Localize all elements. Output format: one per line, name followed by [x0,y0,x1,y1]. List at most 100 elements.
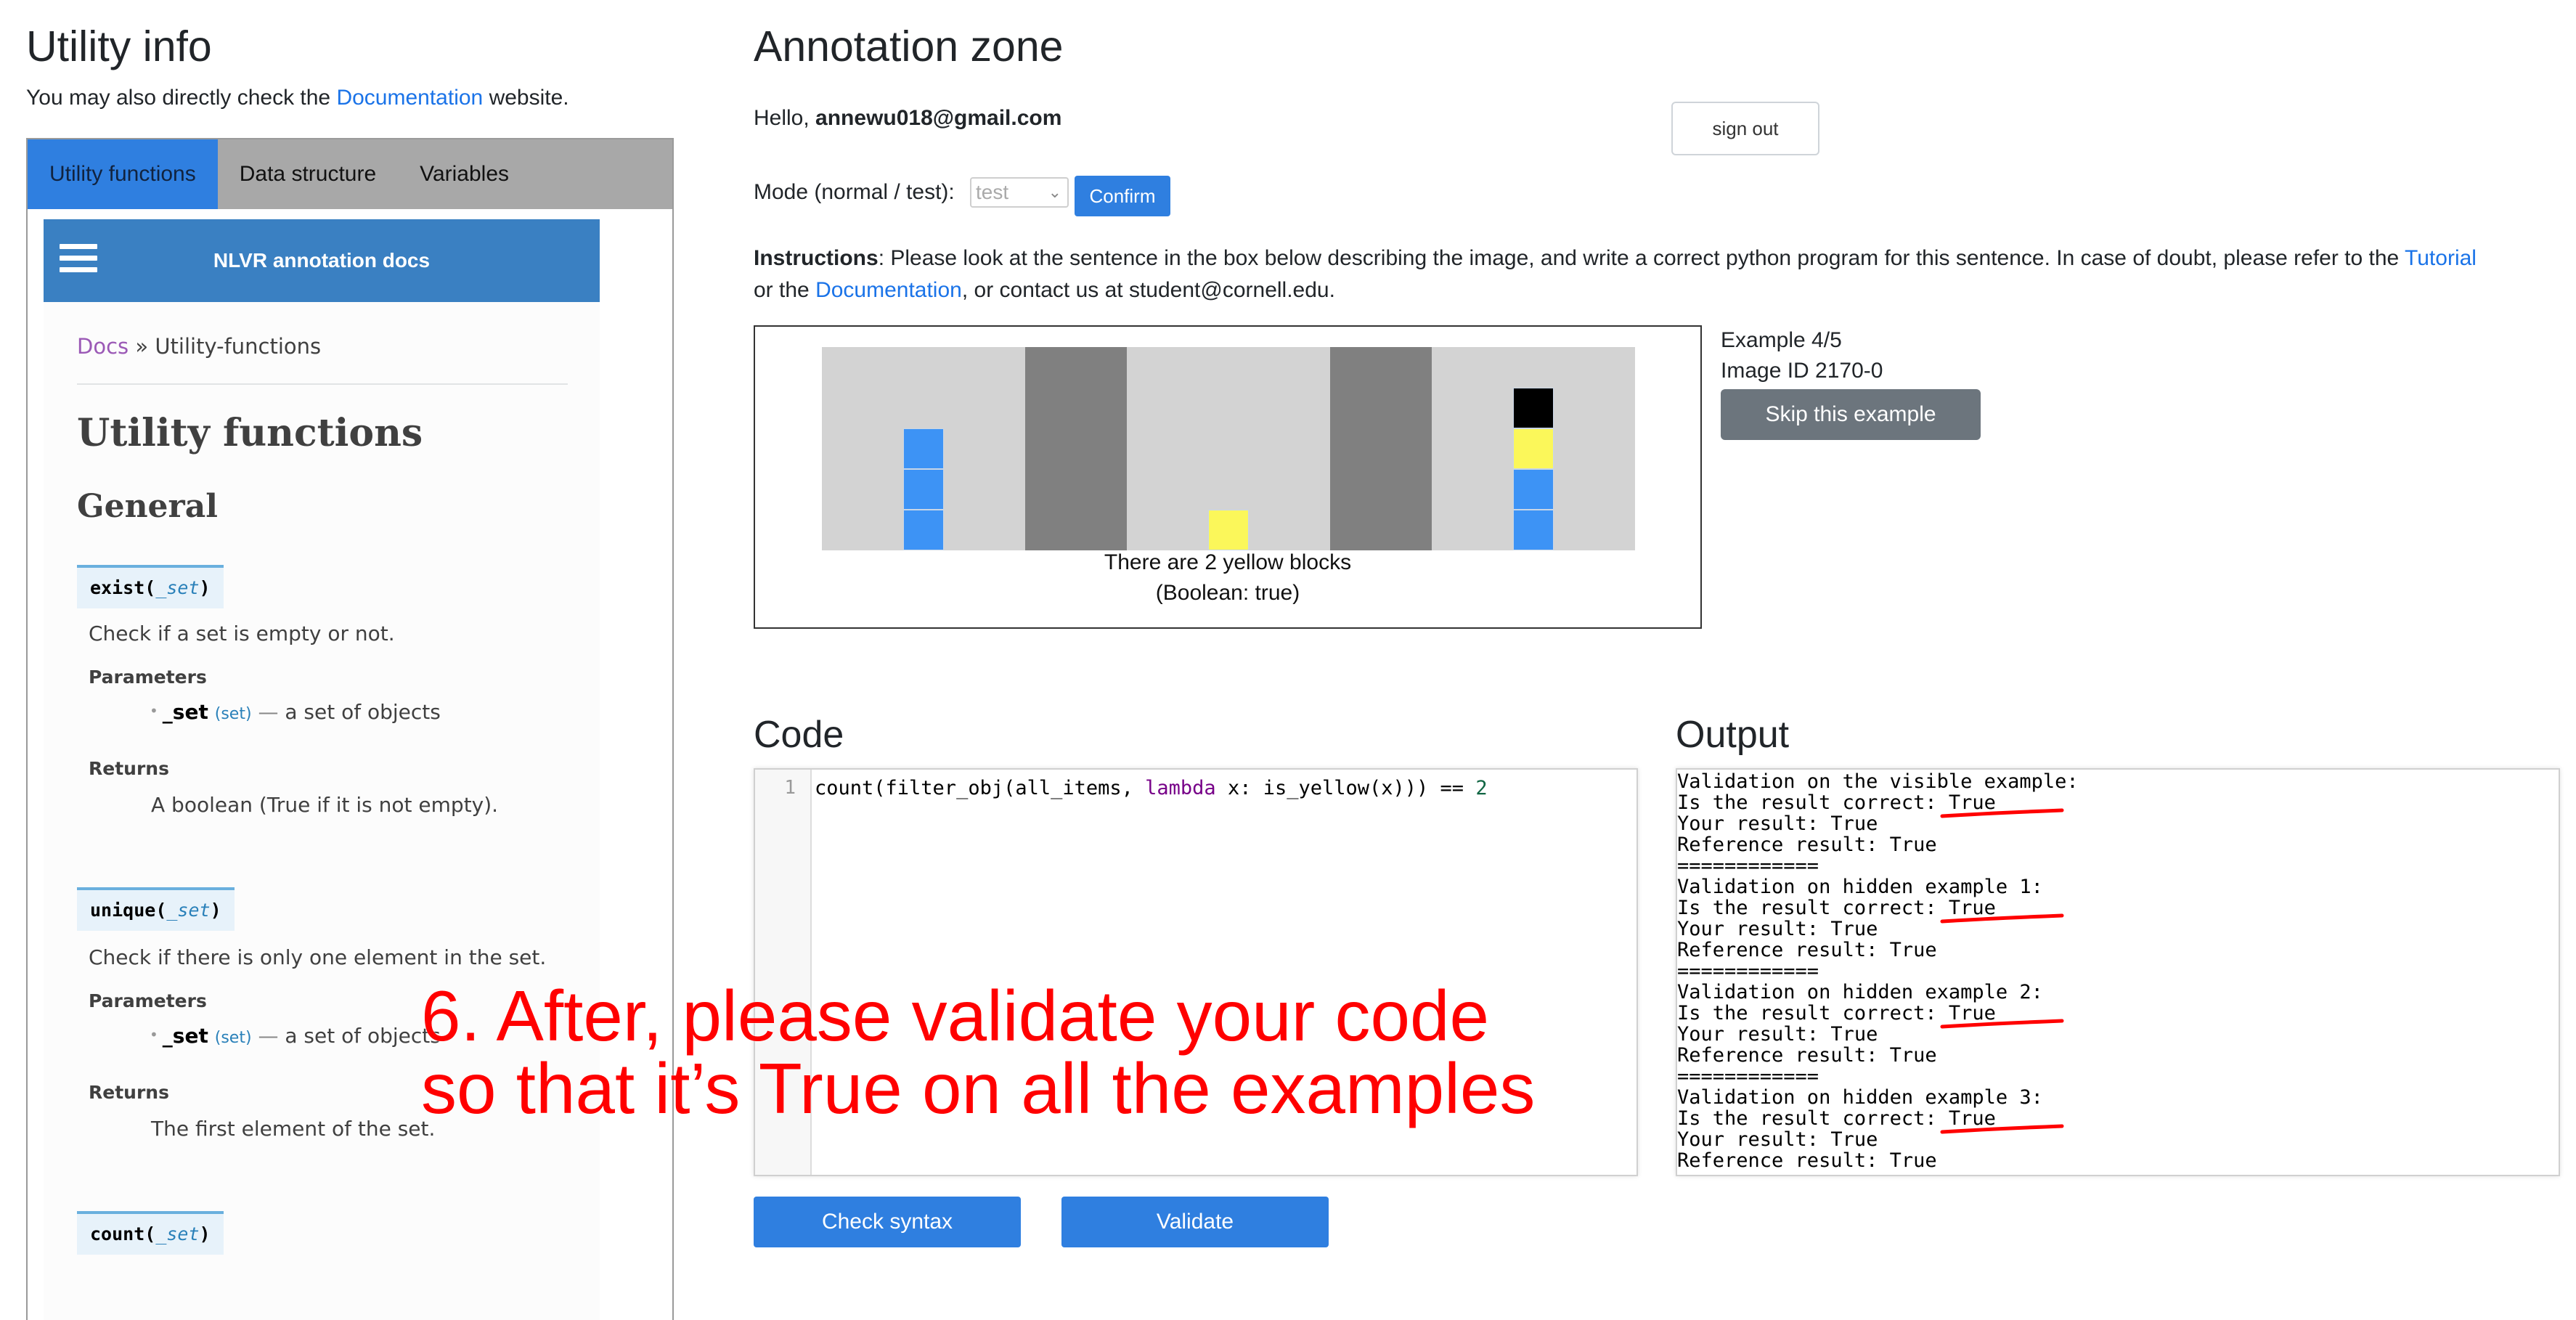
line-number: 1 [784,777,796,799]
returns-label: Returns [89,758,169,779]
function-signature-count: count(_set) [77,1211,224,1255]
tab-variables[interactable]: Variables [398,139,531,209]
function-name: exist [90,577,145,598]
param-description: a set of objects [285,1024,441,1048]
parameters-label: Parameters [89,667,207,688]
instructions-text: : Please look at the sentence in the box… [878,246,2405,270]
skip-example-button[interactable]: Skip this example [1721,389,1981,440]
greeting: Hello, annewu018@gmail.com [754,106,1061,131]
sign-out-button[interactable]: sign out [1671,102,1819,155]
tab-utility-functions[interactable]: Utility functions [28,139,218,209]
image-id: Image ID 2170-0 [1721,359,1883,383]
blue-block [1513,510,1554,550]
function-signature-exist: exist(_set) [77,565,224,608]
bullet-icon: • [150,1026,158,1043]
underline-mark [1940,808,2064,818]
utility-tabs: Utility functions Data structure Variabl… [28,139,672,209]
mode-select-value: test [976,181,1009,203]
code-keyword: lambda [1145,777,1216,799]
utility-panel: Utility functions Data structure Variabl… [26,138,674,1320]
documentation-link-2[interactable]: Documentation [815,278,962,302]
function-name: count [90,1223,145,1244]
breadcrumb-docs-link[interactable]: Docs [77,334,129,359]
docs-header: NLVR annotation docs [44,219,600,302]
returns-label: Returns [89,1082,169,1103]
param-type: (set) [214,705,252,723]
code-title: Code [754,714,844,756]
function-arg: _set [155,577,200,598]
param-name: _set [162,700,208,724]
mode-select[interactable]: test ⌄ [970,177,1069,208]
docs-iframe[interactable]: NLVR annotation docs Docs » Utility-func… [28,209,672,1320]
param-name: _set [162,1024,208,1048]
docs-content: Docs » Utility-functions Utility functio… [44,302,600,1320]
red-underline-annotations [1940,808,2064,1134]
function-signature-unique: unique(_set) [77,887,235,931]
param-item: • _set (set) — a set of objects [150,700,441,724]
breadcrumb-current: Utility-functions [155,334,322,359]
separator-wall [1330,347,1432,550]
underline-mark [1940,1019,2064,1029]
utility-info-subtitle: You may also directly check the Document… [26,86,569,110]
confirm-button[interactable]: Confirm [1075,176,1170,216]
tutorial-link[interactable]: Tutorial [2405,246,2477,270]
example-sentence: There are 2 yellow blocks [1104,550,1352,574]
documentation-link[interactable]: Documentation [336,86,483,110]
bullet-icon: • [150,702,158,720]
code-line[interactable]: count(filter_obj(all_items, lambda x: is… [815,777,1488,799]
tutorial-overlay-note: 6. After, please validate your code so t… [421,980,1535,1125]
divider [77,383,568,385]
check-syntax-button[interactable]: Check syntax [754,1197,1021,1247]
function-description: Check if there is only one element in th… [89,945,547,969]
chevron-down-icon: ⌄ [1048,183,1061,201]
separator-wall [1025,347,1127,550]
output-title: Output [1676,714,1790,756]
example-box: There are 2 yellow blocks (Boolean: true… [754,325,1702,629]
blue-block [903,510,944,550]
instructions-label: Instructions [754,246,879,270]
overlay-line: 6. After, please validate your code [421,976,1489,1056]
blue-block [903,428,944,469]
function-arg: _set [155,1223,200,1244]
blue-block [903,469,944,510]
user-email: annewu018@gmail.com [815,106,1062,130]
docs-page-title: Utility functions [77,411,423,455]
instructions-mid: or the [754,278,816,302]
code-number: 2 [1475,777,1488,799]
subtitle-prefix: You may also directly check the [26,86,337,110]
function-description: Check if a set is empty or not. [89,622,395,645]
annotation-zone-title: Annotation zone [754,23,1064,70]
param-item: • _set (set) — a set of objects [150,1024,441,1048]
subtitle-suffix: website. [483,86,569,110]
example-image [822,347,1635,550]
example-label: (Boolean: true) [1155,581,1300,605]
yellow-block [1513,428,1554,469]
parameters-label: Parameters [89,990,207,1011]
blue-block [1513,469,1554,510]
instructions: Instructions: Please look at the sentenc… [754,243,2554,306]
param-type: (set) [214,1029,252,1047]
mode-label: Mode (normal / test): [754,180,955,204]
docs-header-title[interactable]: NLVR annotation docs [44,219,600,302]
black-block [1513,388,1554,428]
utility-info-title: Utility info [26,23,212,70]
instructions-end: , or contact us at student@cornell.edu. [961,278,1335,302]
yellow-block [1208,510,1249,550]
output-panel: Validation on the visible example: Is the… [1676,768,2560,1176]
breadcrumb: Docs » Utility-functions [77,334,321,359]
underline-mark [1940,1124,2064,1134]
param-description: a set of objects [285,700,441,724]
breadcrumb-separator: » [135,334,149,359]
docs-section-general: General [77,488,218,525]
tab-data-structure[interactable]: Data structure [218,139,398,209]
returns-text: A boolean (True if it is not empty). [151,793,499,817]
overlay-line: so that it’s True on all the examples [421,1048,1536,1128]
underline-mark [1940,913,2064,924]
validate-button[interactable]: Validate [1061,1197,1329,1247]
returns-text: The first element of the set. [151,1117,436,1141]
greeting-prefix: Hello, [754,106,816,130]
function-name: unique [90,900,156,921]
code-segment: x: is_yellow(x))) == [1215,777,1476,799]
example-counter: Example 4/5 [1721,328,1842,352]
function-arg: _set [166,900,211,921]
